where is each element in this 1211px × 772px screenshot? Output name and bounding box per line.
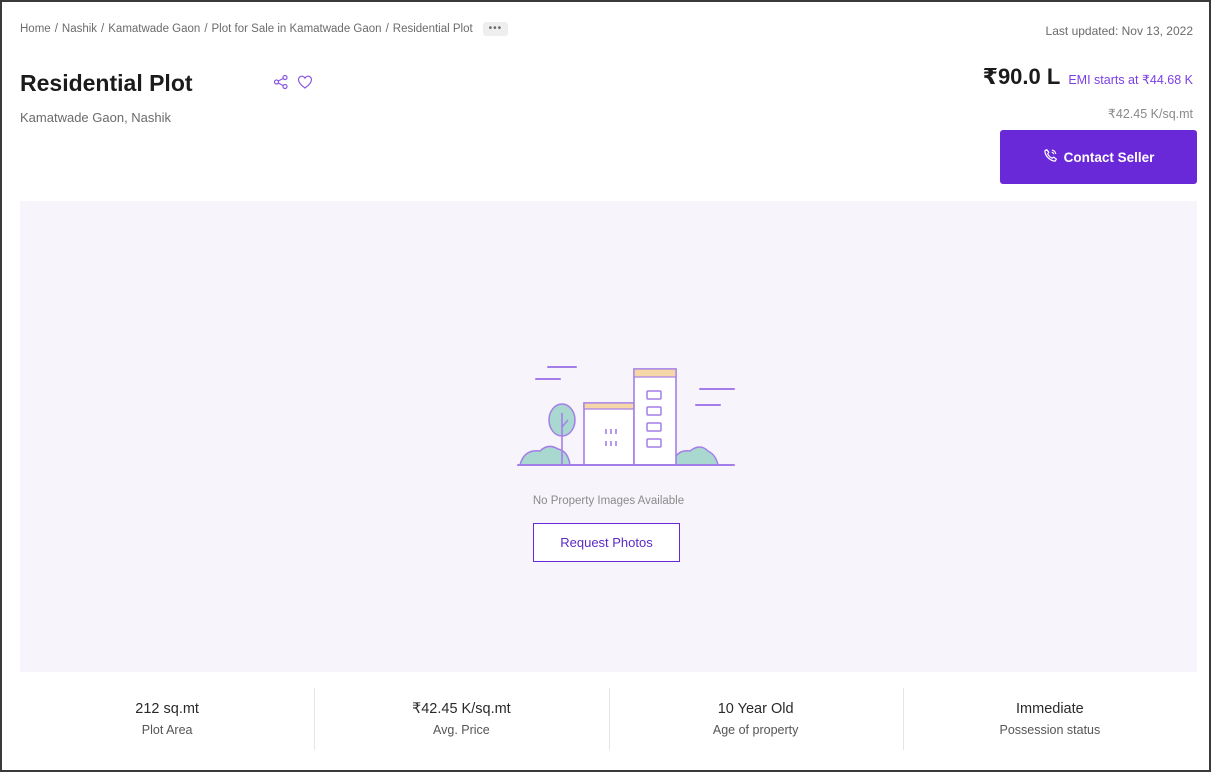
breadcrumb-city[interactable]: Nashik [62,23,97,35]
breadcrumb-home[interactable]: Home [20,23,51,35]
stat-plot-area: 212 sq.mt Plot Area [20,688,314,750]
stat-value: ₹42.45 K/sq.mt [412,701,511,717]
page-frame: Home / Nashik / Kamatwade Gaon / Plot fo… [0,0,1211,772]
price-per-sqmt: ₹42.45 K/sq.mt [1107,107,1193,121]
title-actions [273,74,313,90]
stat-value: 212 sq.mt [135,701,199,717]
last-updated: Last updated: Nov 13, 2022 [1045,24,1193,38]
breadcrumb-current: Residential Plot [392,23,473,35]
image-gallery: No Property Images Available Request Pho… [20,201,1197,672]
property-stats: 212 sq.mt Plot Area ₹42.45 K/sq.mt Avg. … [20,688,1197,750]
property-price: ₹90.0 L [982,64,1061,89]
breadcrumb-category[interactable]: Plot for Sale in Kamatwade Gaon [212,23,382,35]
contact-seller-button[interactable]: Contact Seller [1000,130,1197,184]
stat-value: Immediate [1016,701,1084,717]
request-photos-button[interactable]: Request Photos [533,523,680,562]
breadcrumb-separator: / [101,23,105,35]
contact-seller-label: Contact Seller [1063,149,1155,165]
stat-label: Plot Area [141,723,193,737]
price-row: ₹90.0 L EMI starts at ₹44.68 K [983,64,1193,90]
phone-icon [1043,148,1058,166]
property-location: Kamatwade Gaon, Nashik [20,110,172,125]
share-icon[interactable] [273,74,289,90]
stat-label: Age of property [712,723,799,737]
stat-label: Avg. Price [433,723,490,737]
stat-value: 10 Year Old [717,701,794,717]
breadcrumb: Home / Nashik / Kamatwade Gaon / Plot fo… [20,22,509,36]
page-title: Residential Plot [20,70,193,96]
stat-label: Possession status [999,723,1101,737]
heart-icon[interactable] [297,74,313,90]
stat-avg-price: ₹42.45 K/sq.mt Avg. Price [314,688,608,750]
stat-possession: Immediate Possession status [902,688,1197,750]
breadcrumb-locality[interactable]: Kamatwade Gaon [108,23,200,35]
building-illustration [517,366,735,466]
no-images-text: No Property Images Available [532,495,685,507]
breadcrumb-more-button[interactable]: ••• [482,22,509,36]
emi-link[interactable]: EMI starts at ₹44.68 K [1068,72,1193,87]
breadcrumb-separator: / [385,23,389,35]
breadcrumb-separator: / [54,23,58,35]
stat-age: 10 Year Old Age of property [608,688,903,750]
breadcrumb-separator: / [204,23,208,35]
